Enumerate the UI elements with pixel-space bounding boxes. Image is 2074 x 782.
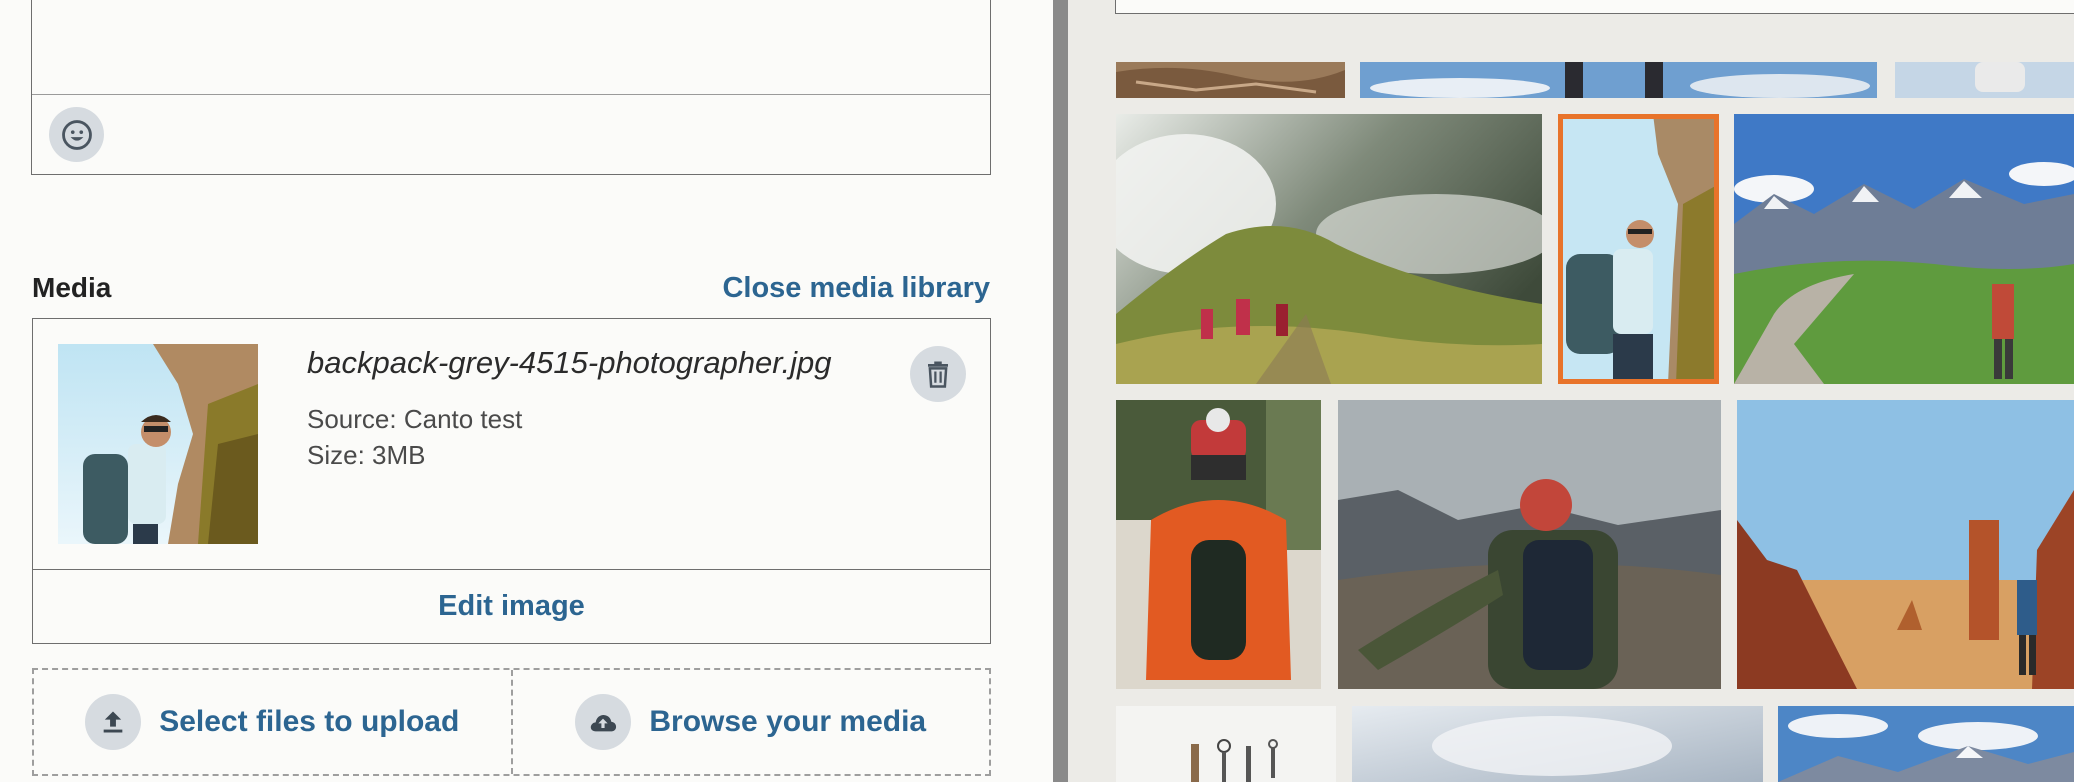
close-media-library-link[interactable]: Close media library: [722, 272, 990, 305]
attached-file-source: Source: Canto test: [307, 404, 523, 434]
library-image-snowy-peaks[interactable]: [1778, 706, 2074, 782]
library-image-rock-cliff[interactable]: [1116, 62, 1345, 98]
library-image-tools-wall[interactable]: [1116, 706, 1336, 782]
media-library-panel: [1068, 0, 2074, 782]
attached-media-card: backpack-grey-4515-photographer.jpg Sour…: [32, 318, 991, 644]
emoji-button[interactable]: [49, 107, 104, 162]
library-image-misty-ridge-hikers[interactable]: [1116, 114, 1542, 384]
library-image-red-beanie-mountains[interactable]: [1338, 400, 1721, 689]
cloud-upload-icon: [575, 694, 632, 750]
library-image-backpack-grey-selected[interactable]: [1558, 114, 1719, 384]
attached-file-size: Size: 3MB: [307, 440, 426, 470]
library-image-clouds-legs[interactable]: [1360, 62, 1877, 98]
comment-textarea[interactable]: [31, 0, 991, 175]
library-image-alpine-road-hiker[interactable]: [1734, 114, 2074, 384]
browse-media-label: Browse your media: [649, 705, 927, 738]
panel-resize-handle[interactable]: [1053, 0, 1068, 782]
select-files-button[interactable]: Select files to upload: [34, 670, 511, 774]
library-search-field[interactable]: [1115, 0, 2074, 14]
toolbar-divider: [32, 94, 990, 95]
post-editor-panel: Media Close media library backpack-grey-…: [0, 0, 1053, 782]
library-image-foggy-sky[interactable]: [1352, 706, 1763, 782]
edit-image-link[interactable]: Edit image: [438, 590, 585, 623]
attached-file-name: backpack-grey-4515-photographer.jpg: [307, 345, 832, 380]
media-section-title: Media: [32, 272, 112, 303]
smiley-face-icon: [61, 119, 92, 150]
remove-media-button[interactable]: [910, 346, 966, 402]
upload-dropzone: Select files to upload Browse your media: [32, 668, 991, 776]
library-image-orange-jacket-beanie[interactable]: [1116, 400, 1321, 689]
trash-icon: [928, 361, 948, 388]
library-image-hiker-top[interactable]: [1895, 62, 2074, 98]
edit-image-row: Edit image: [33, 569, 990, 643]
upload-arrow-icon: [85, 694, 142, 750]
select-files-label: Select files to upload: [159, 705, 460, 738]
library-image-desert-canyon-hiker[interactable]: [1737, 400, 2074, 689]
browse-media-button[interactable]: Browse your media: [510, 670, 990, 774]
attached-image-thumbnail: [58, 344, 258, 544]
